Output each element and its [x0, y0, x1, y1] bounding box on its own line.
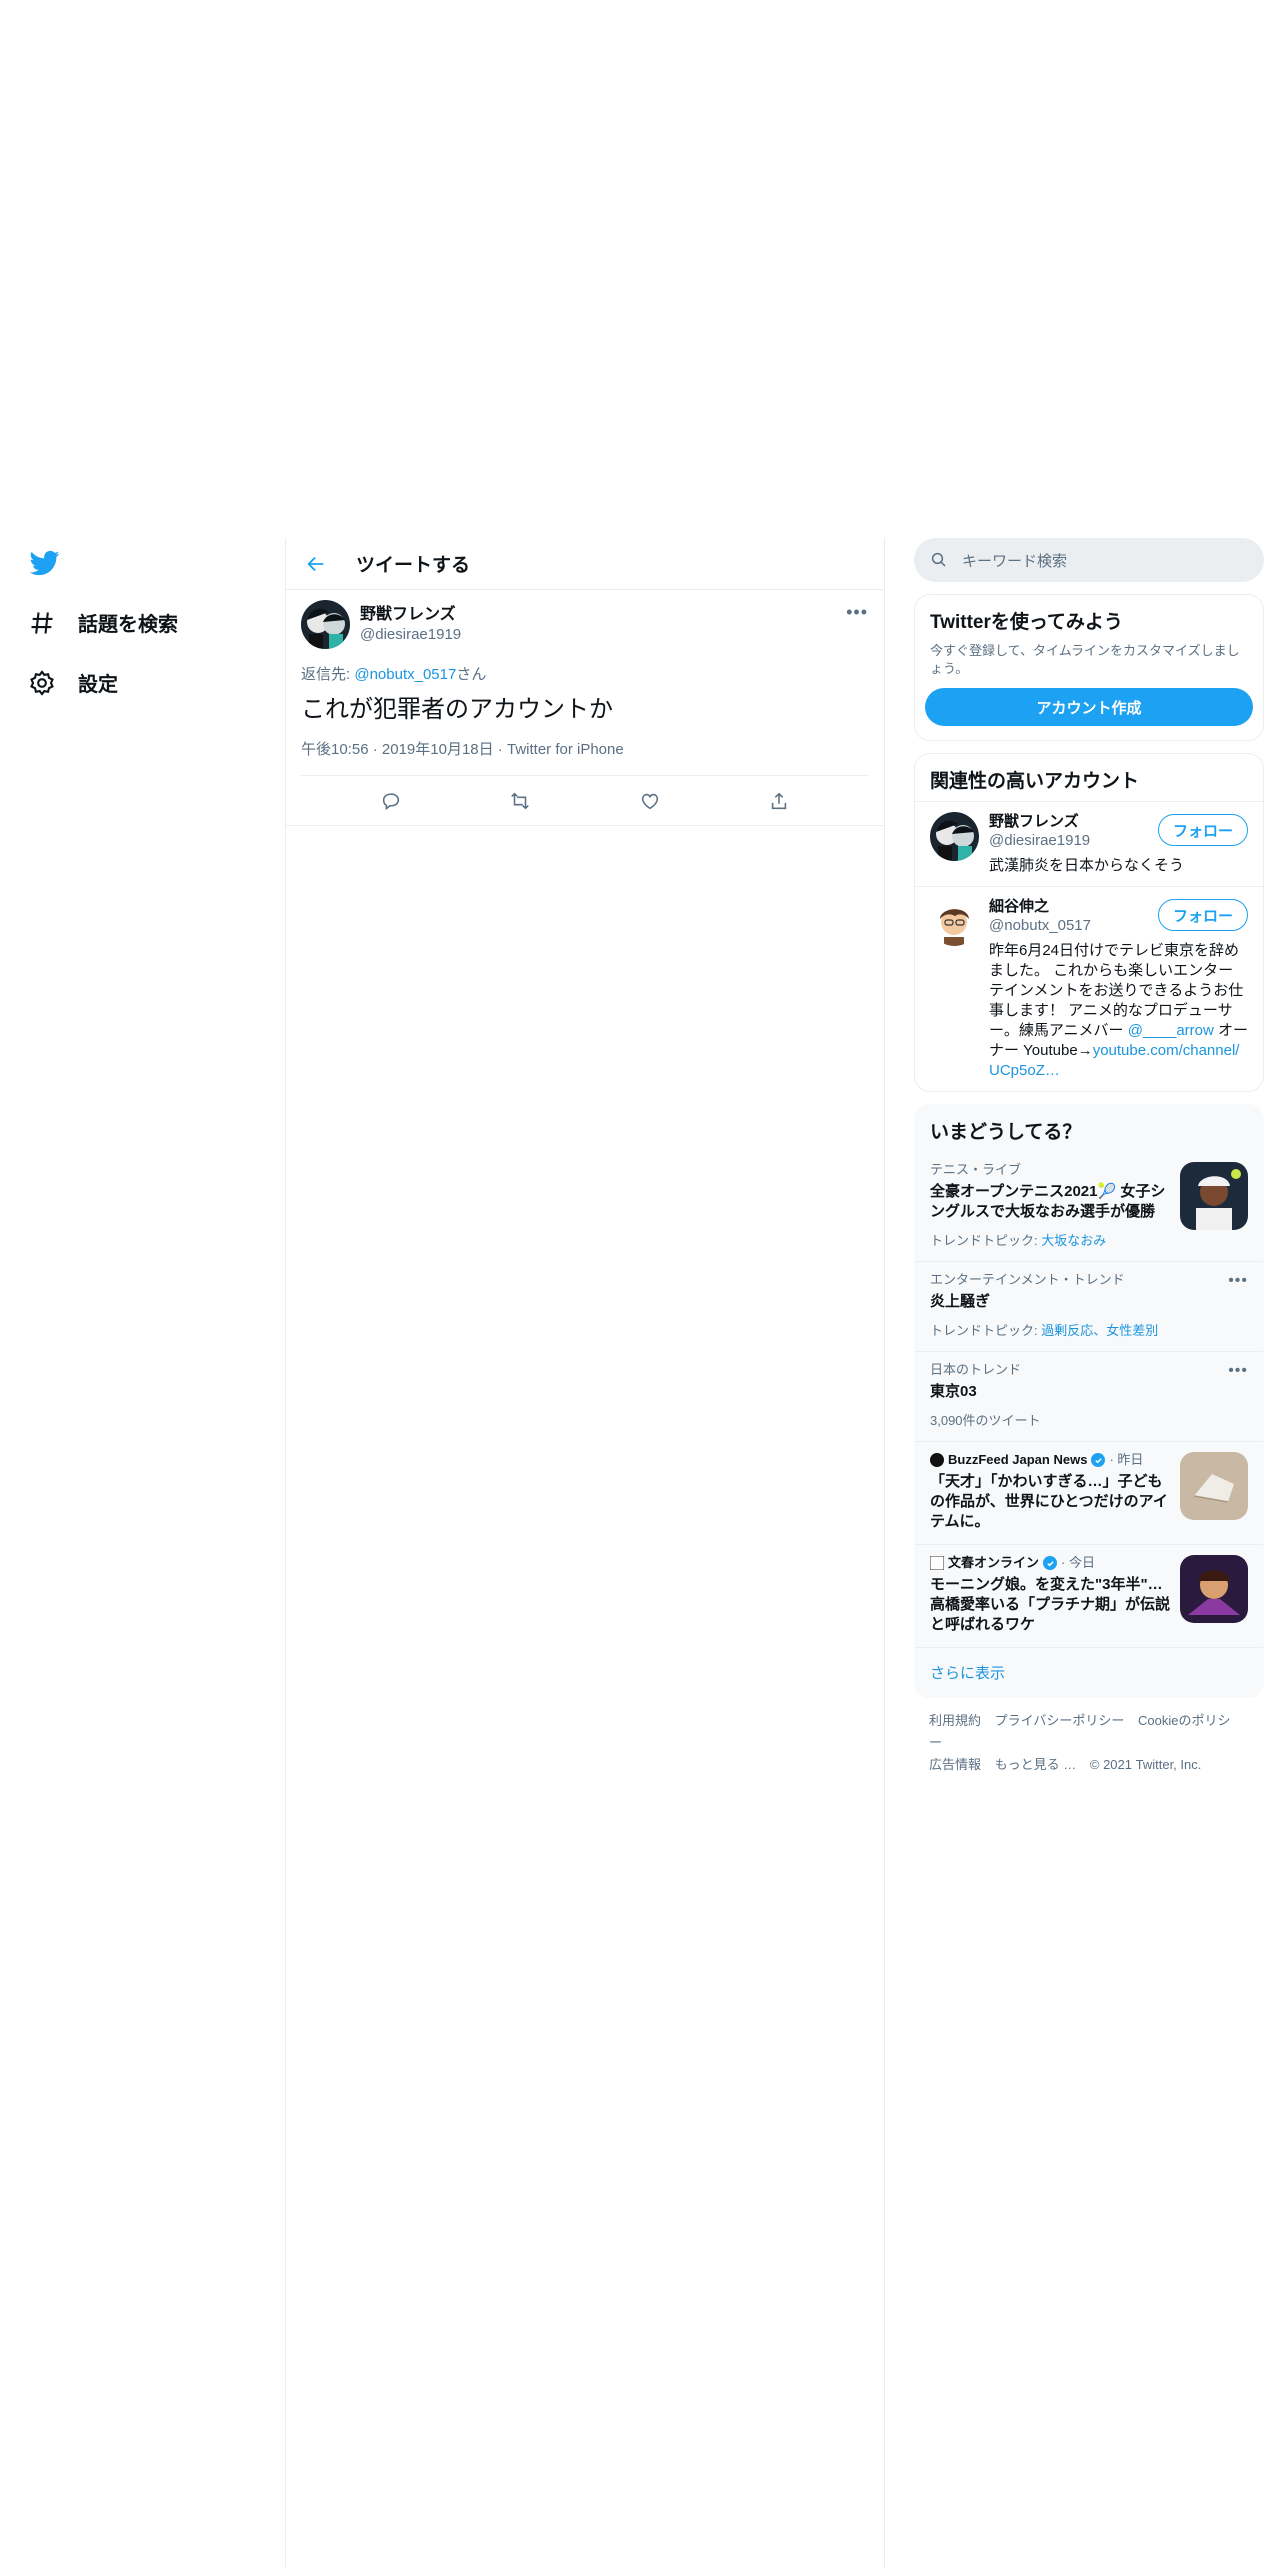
hashtag-icon	[31, 611, 53, 634]
main-column: ツイートする 野獣フレンズ @diesirae1919 ••• 返信先: @no…	[285, 538, 885, 2568]
tweet-header: 野獣フレンズ @diesirae1919	[301, 600, 869, 649]
retweet-button[interactable]	[500, 781, 540, 821]
related-accounts-title: 関連性の高いアカウント	[930, 771, 1140, 792]
reply-icon	[382, 792, 399, 810]
footer: 利用規約 プライバシーポリシー Cookieのポリシー 広告情報 もっと見る ……	[914, 1698, 1264, 1788]
news-time: 今日	[1068, 1555, 1095, 1570]
retweet-icon	[511, 792, 530, 809]
heart-icon	[641, 793, 658, 809]
footer-copyright: © 2021 Twitter, Inc.	[1089, 1757, 1202, 1772]
signup-card: Twitterを使ってみよう 今すぐ登録して、タイムラインをカスタマイズしましょ…	[914, 594, 1264, 741]
trend-more-icon[interactable]: •••	[1228, 1272, 1248, 1290]
nav-explore-label: 話題を検索	[78, 614, 178, 636]
reply-to-line: 返信先: @nobutx_0517さん	[301, 663, 869, 684]
trend-title: 東京03	[930, 1383, 977, 1400]
follow-button[interactable]: フォロー	[1157, 814, 1248, 846]
create-account-button[interactable]: アカウント作成	[925, 688, 1253, 726]
back-button[interactable]	[296, 544, 336, 584]
reply-prefix: 返信先:	[301, 666, 355, 683]
footer-ads-link[interactable]: 広告情報	[929, 1757, 981, 1772]
bunshun-logo-icon	[930, 1556, 944, 1570]
related-user-avatar[interactable]	[930, 897, 979, 946]
trend-topics: トレンドトピック: 大坂なおみ	[930, 1230, 1248, 1249]
like-button[interactable]	[630, 781, 670, 821]
tweet-source[interactable]: Twitter for iPhone	[507, 741, 624, 758]
share-icon	[772, 792, 787, 809]
trend-tweet-count: 3,090件のツイート	[930, 1413, 1041, 1428]
twitter-logo-icon[interactable]	[28, 548, 62, 578]
bio-mention-link[interactable]: @____arrow	[1128, 1022, 1214, 1039]
tweet-author-handle[interactable]: @diesirae1919	[360, 625, 461, 645]
signup-title: Twitterを使ってみよう	[930, 612, 1123, 633]
news-source-name: BuzzFeed Japan News	[948, 1452, 1088, 1467]
footer-terms-link[interactable]: 利用規約	[929, 1713, 981, 1728]
search-icon	[931, 552, 946, 567]
reply-suffix: さん	[456, 666, 487, 683]
news-thumbnail[interactable]	[1180, 1452, 1248, 1520]
news-item[interactable]: BuzzFeed Japan News · 昨日 「天才」「かわいすぎる…」子ど…	[915, 1441, 1263, 1544]
search-box[interactable]: キーワード検索	[914, 538, 1264, 582]
tweet-author-name[interactable]: 野獣フレンズ	[360, 605, 461, 625]
trend-title: 炎上騒ぎ	[930, 1293, 991, 1310]
trend-topics-prefix: トレンドトピック:	[930, 1233, 1042, 1248]
news-time: 昨日	[1117, 1452, 1144, 1467]
trend-item[interactable]: 日本のトレンド 東京03 3,090件のツイート •••	[915, 1351, 1263, 1441]
right-sidebar: キーワード検索 Twitterを使ってみよう 今すぐ登録して、タイムラインをカス…	[914, 538, 1264, 1788]
news-source-name: 文春オンライン	[948, 1555, 1040, 1570]
news-thumbnail[interactable]	[1180, 1555, 1248, 1623]
search-input[interactable]: キーワード検索	[962, 550, 1067, 571]
tweet-more-icon[interactable]: •••	[846, 602, 868, 623]
trend-item[interactable]: エンターテインメント・トレンド 炎上騒ぎ トレンドトピック: 過剰反応、女性差別…	[915, 1261, 1263, 1351]
trend-category: エンターテインメント・トレンド	[930, 1272, 1125, 1287]
trend-item[interactable]: テニス・ライブ 全豪オープンテニス2021🎾 女子シングルスで大坂なおみ選手が優…	[915, 1152, 1263, 1261]
nav-settings-label: 設定	[78, 674, 118, 696]
tweet-date[interactable]: 2019年10月18日	[382, 741, 494, 758]
trend-topic-link[interactable]: 大坂なおみ	[1041, 1233, 1106, 1248]
trend-thumbnail[interactable]	[1180, 1162, 1248, 1230]
page-title: ツイートする	[356, 555, 471, 576]
tweet-author-avatar[interactable]	[301, 600, 350, 649]
reply-button[interactable]	[371, 781, 411, 821]
reply-to-handle-link[interactable]: @nobutx_0517	[354, 666, 456, 683]
follow-button[interactable]: フォロー	[1157, 899, 1248, 931]
tweet-text: これが犯罪者のアカウントか	[301, 696, 613, 723]
main-header: ツイートする	[286, 538, 884, 590]
related-user[interactable]: 細谷伸之 @nobutx_0517 昨年6月24日付けでテレビ東京を辞めました。…	[915, 886, 1263, 1091]
trend-more-icon[interactable]: •••	[1228, 1362, 1248, 1380]
verified-badge-icon	[1091, 1453, 1106, 1467]
nav-settings[interactable]: 設定	[28, 668, 118, 697]
share-button[interactable]	[759, 781, 799, 821]
related-user-bio: 武漢肺炎を日本からなくそう	[989, 857, 1185, 874]
verified-badge-icon	[1043, 1556, 1058, 1570]
signup-description: 今すぐ登録して、タイムラインをカスタマイズしましょう。	[930, 643, 1240, 676]
tweet: 野獣フレンズ @diesirae1919 ••• 返信先: @nobutx_05…	[286, 590, 884, 826]
related-user-bio: 昨年6月24日付けでテレビ東京を辞めました。 これからも楽しいエンターテインメン…	[989, 941, 1248, 1081]
trends-card: いまどうしてる？ テニス・ライブ 全豪オープンテニス2021🎾 女子シングルスで…	[914, 1104, 1264, 1698]
related-user-avatar[interactable]	[930, 812, 979, 861]
trend-topics: トレンドトピック: 過剰反応、女性差別	[930, 1320, 1248, 1339]
tweet-actions	[286, 776, 884, 826]
trend-topic-link[interactable]: 過剰反応、女性差別	[1041, 1323, 1158, 1338]
nav-explore[interactable]: 話題を検索	[28, 608, 178, 637]
trend-topics-prefix: トレンドトピック:	[930, 1323, 1042, 1338]
tweet-time[interactable]: 午後10:56	[301, 741, 369, 758]
buzzfeed-logo-icon	[930, 1453, 944, 1467]
back-arrow-icon	[307, 556, 324, 571]
news-item[interactable]: 文春オンライン · 今日 モーニング娘。を変えた"3年半"…高橋愛率いる「プラチ…	[915, 1544, 1263, 1647]
trends-title: いまどうしてる？	[930, 1122, 1082, 1143]
related-accounts-card: 関連性の高いアカウント 野獣フレンズ @diesirae1919 武漢肺炎を日本…	[914, 753, 1264, 1092]
related-user[interactable]: 野獣フレンズ @diesirae1919 武漢肺炎を日本からなくそう フォロー	[915, 801, 1263, 886]
show-more-link[interactable]: さらに表示	[915, 1647, 1263, 1697]
trend-category: 日本のトレンド	[930, 1362, 1022, 1377]
tweet-meta: 午後10:56 · 2019年10月18日 · Twitter for iPho…	[301, 738, 869, 776]
footer-more-link[interactable]: もっと見る …	[995, 1757, 1077, 1772]
gear-icon	[30, 669, 54, 696]
footer-privacy-link[interactable]: プライバシーポリシー	[995, 1713, 1125, 1728]
